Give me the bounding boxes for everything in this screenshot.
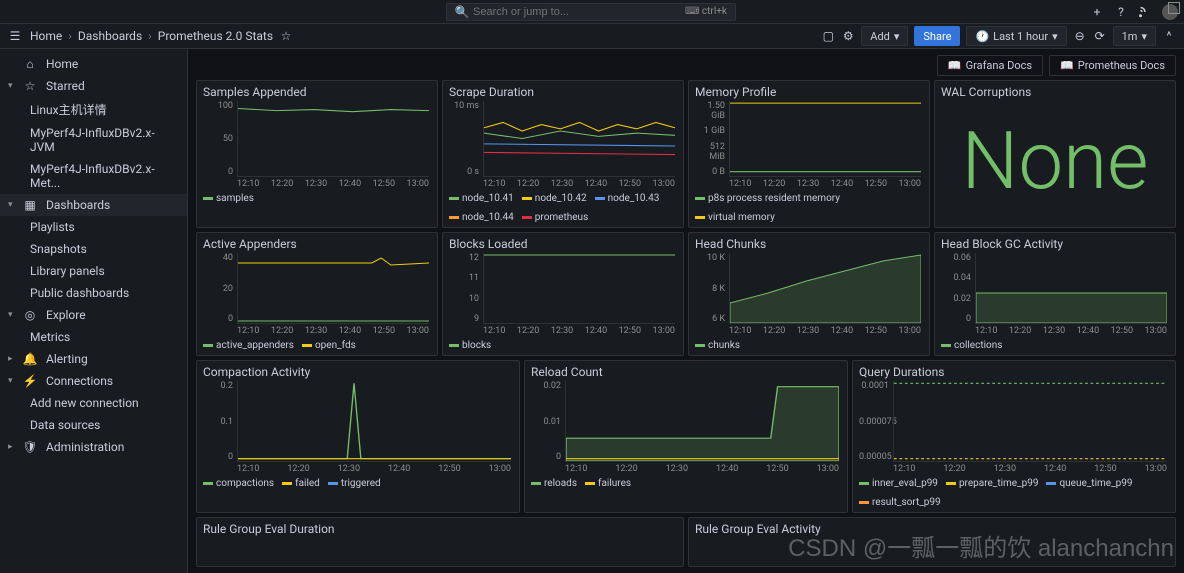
search-icon: 🔍 (455, 5, 469, 19)
content: 📖Grafana Docs 📖Prometheus Docs Samples A… (188, 49, 1184, 573)
share-button[interactable]: Share (914, 26, 960, 46)
book-icon: 📖 (948, 59, 962, 72)
chevron-right-icon[interactable]: ▸ (8, 442, 18, 452)
add-button[interactable]: Add ▾ (861, 26, 908, 46)
refresh-icon[interactable]: ⟳ (1093, 29, 1107, 43)
panel-head[interactable]: Head Chunks 10 K8 K6 K12:1012:2012:3012:… (688, 232, 930, 356)
bc-dashboards[interactable]: Dashboards (78, 29, 142, 43)
collapse-icon[interactable]: ^ (1162, 29, 1176, 43)
book-icon: 📖 (1060, 59, 1074, 72)
panel-gc[interactable]: Head Block GC Activity 0.060.040.02012:1… (934, 232, 1176, 356)
sidebar-item-public[interactable]: Public dashboards (0, 282, 187, 304)
search-shortcut: ⌨ ctrl+k (685, 6, 727, 17)
stat-value: None (941, 101, 1169, 221)
chevron-down-icon: ▾ (1052, 30, 1058, 43)
sidebar-item-playlists[interactable]: Playlists (0, 216, 187, 238)
bc-sep: › (68, 29, 72, 43)
menu-icon[interactable]: ☰ (8, 29, 22, 43)
chevron-down-icon[interactable]: ▾ (8, 81, 18, 91)
panel-title: Memory Profile (695, 85, 923, 99)
home-icon: ⌂ (22, 57, 38, 71)
panel-title: WAL Corruptions (941, 85, 1169, 99)
star-icon[interactable]: ☆ (279, 29, 293, 43)
sidebar-item-admin[interactable]: ▸🛡Administration (0, 436, 187, 458)
zoom-out-icon[interactable]: ⊖ (1073, 29, 1087, 43)
star-icon: ☆ (22, 79, 38, 93)
gear-icon[interactable]: ⚙ (841, 29, 855, 43)
bc-home[interactable]: Home (30, 29, 62, 43)
panel-compaction[interactable]: Compaction Activity 0.20.1012:1012:2012:… (196, 360, 520, 513)
legend: samples (203, 191, 431, 204)
clock-icon: 🕐 (975, 30, 989, 43)
search-input[interactable] (473, 6, 653, 18)
sidebar-item-linux[interactable]: Linux主机详情 (0, 97, 187, 122)
dashboard-icon: ▦ (22, 198, 38, 212)
panel-row-2: Active Appenders 4020012:1012:2012:3012:… (196, 232, 1176, 356)
chevron-down-icon: ▾ (894, 30, 900, 43)
chevron-right-icon[interactable]: ▸ (8, 354, 18, 364)
panel-samples[interactable]: Samples Appended 10050012:1012:2012:3012… (196, 80, 438, 228)
panel-rule-duration[interactable]: Rule Group Eval Duration (196, 517, 684, 567)
news-icon[interactable] (1138, 5, 1152, 19)
sidebar-item-connections[interactable]: ▾⚡Connections (0, 370, 187, 392)
grafana-docs-button[interactable]: 📖Grafana Docs (937, 55, 1043, 76)
shield-icon: 🛡 (22, 440, 38, 454)
plus-icon[interactable]: + (1090, 5, 1104, 19)
panel-active[interactable]: Active Appenders 4020012:1012:2012:3012:… (196, 232, 438, 356)
sidebar: ⌂Home ▾☆Starred Linux主机详情 MyPerf4J-Influ… (0, 49, 188, 573)
sidebar-item-alerting[interactable]: ▸🔔Alerting (0, 348, 187, 370)
panel-title: Scrape Duration (449, 85, 677, 99)
panel-blocks[interactable]: Blocks Loaded 121110912:1012:2012:3012:4… (442, 232, 684, 356)
present-icon[interactable]: ▢ (821, 29, 835, 43)
panel-memory[interactable]: Memory Profile 1.50 GiB1 GiB512 MiB0 B12… (688, 80, 930, 228)
panel-row-4: Rule Group Eval Duration Rule Group Eval… (196, 517, 1176, 567)
plug-icon: ⚡ (22, 374, 38, 388)
sidebar-item-dashboards[interactable]: ▾▦Dashboards (0, 194, 187, 216)
help-icon[interactable]: ? (1114, 5, 1128, 19)
compass-icon: ◎ (22, 308, 38, 322)
docs-row: 📖Grafana Docs 📖Prometheus Docs (196, 55, 1176, 76)
panel-scrape[interactable]: Scrape Duration 10 ms0 s12:1012:2012:301… (442, 80, 684, 228)
header: ☰ Home › Dashboards › Prometheus 2.0 Sta… (0, 24, 1184, 49)
sidebar-item-snapshots[interactable]: Snapshots (0, 238, 187, 260)
sidebar-item-datasrc[interactable]: Data sources (0, 414, 187, 436)
sidebar-item-starred[interactable]: ▾☆Starred (0, 75, 187, 97)
panel-row-3: Compaction Activity 0.20.1012:1012:2012:… (196, 360, 1176, 513)
main: ⌂Home ▾☆Starred Linux主机详情 MyPerf4J-Influ… (0, 49, 1184, 573)
time-picker[interactable]: 🕐 Last 1 hour ▾ (966, 26, 1066, 46)
panel-row-1: Samples Appended 10050012:1012:2012:3012… (196, 80, 1176, 228)
panel-rule-activity[interactable]: Rule Group Eval Activity (688, 517, 1176, 567)
sidebar-item-addconn[interactable]: Add new connection (0, 392, 187, 414)
breadcrumb: Home › Dashboards › Prometheus 2.0 Stats… (30, 29, 293, 43)
prometheus-docs-button[interactable]: 📖Prometheus Docs (1049, 55, 1176, 76)
chevron-down-icon[interactable]: ▾ (8, 200, 18, 210)
chevron-down-icon[interactable]: ▾ (8, 376, 18, 386)
panel-reload[interactable]: Reload Count 0.020.01012:1012:2012:3012:… (524, 360, 848, 513)
header-right: ▢ ⚙ Add ▾ Share 🕐 Last 1 hour ▾ ⊖ ⟳ 1m ▾… (821, 26, 1176, 46)
panel-title: Samples Appended (203, 85, 431, 99)
sidebar-item-library[interactable]: Library panels (0, 260, 187, 282)
search-box[interactable]: 🔍 ⌨ ctrl+k (446, 3, 736, 21)
panel-wal[interactable]: WAL Corruptions None (934, 80, 1176, 228)
panel-query[interactable]: Query Durations 0.00010.0000750.0000512:… (852, 360, 1176, 513)
refresh-interval[interactable]: 1m ▾ (1113, 26, 1156, 46)
sidebar-item-home[interactable]: ⌂Home (0, 53, 187, 75)
bc-current: Prometheus 2.0 Stats (158, 29, 273, 43)
chevron-down-icon[interactable]: ▾ (8, 310, 18, 320)
sidebar-item-metrics[interactable]: MyPerf4J-InfluxDBv2.x-Met... (0, 158, 187, 194)
sidebar-item-explore[interactable]: ▾◎Explore (0, 304, 187, 326)
chevron-down-icon: ▾ (1141, 30, 1147, 43)
topbar: 🔍 ⌨ ctrl+k + ? (0, 0, 1184, 24)
xaxis: 12:1012:2012:3012:4012:5013:00 (237, 179, 429, 191)
sidebar-item-jvm[interactable]: MyPerf4J-InfluxDBv2.x-JVM (0, 122, 187, 158)
sidebar-item-metrics-sub[interactable]: Metrics (0, 326, 187, 348)
topbar-right: + ? (1090, 4, 1178, 20)
bc-sep: › (148, 29, 152, 43)
bell-icon: 🔔 (22, 352, 38, 366)
